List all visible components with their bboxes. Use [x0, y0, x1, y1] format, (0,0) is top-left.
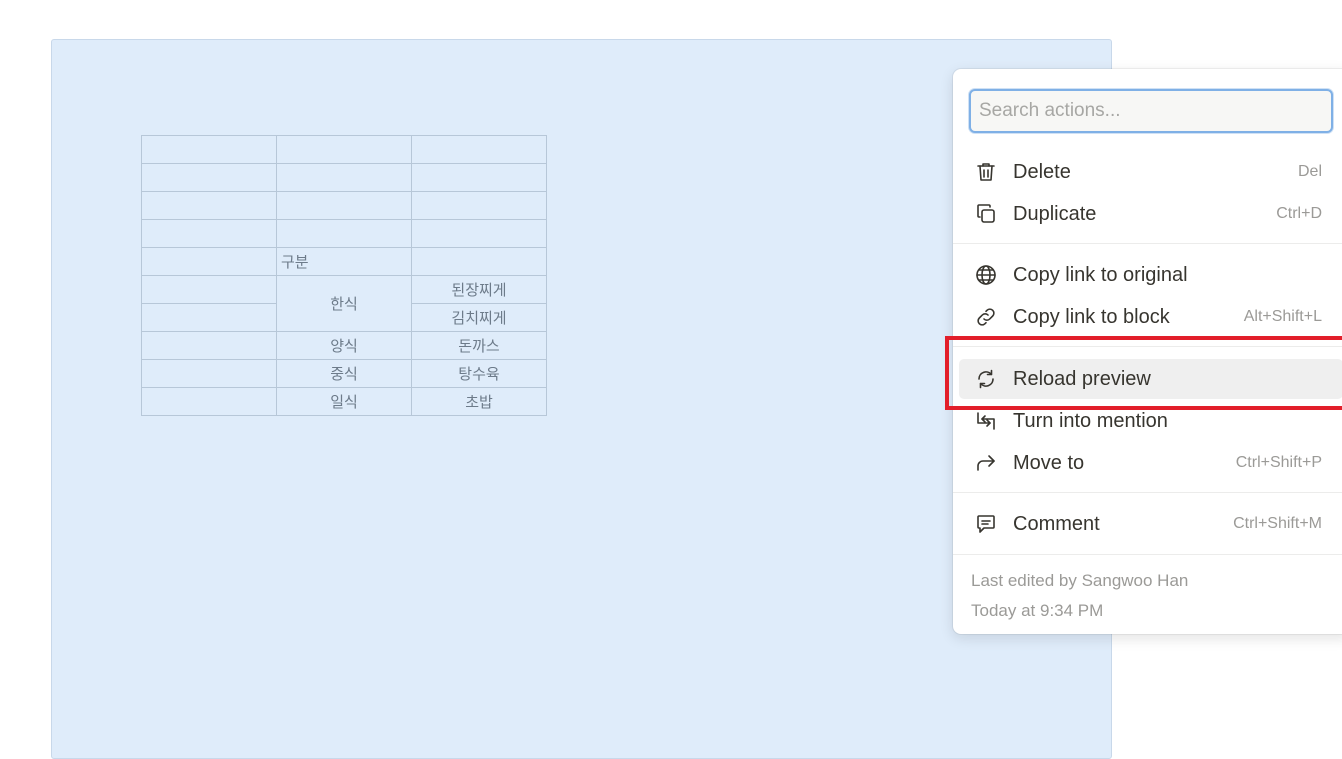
table-header-cell: 구분	[276, 247, 412, 276]
embedded-table: 구분 한식 된장찌게 김치찌게 양식 돈까스 중식 탕수육 일식 초밥	[141, 135, 547, 416]
menu-item-label: Move to	[1013, 451, 1085, 474]
menu-item-shortcut: Del	[1297, 163, 1322, 180]
table-cell	[276, 219, 412, 248]
table-row	[141, 219, 547, 248]
table-row: 양식 돈까스	[141, 331, 547, 360]
table-cell: 된장찌게	[411, 275, 547, 304]
menu-item-shortcut: Ctrl+D	[1276, 205, 1322, 222]
table-cell: 양식	[276, 331, 412, 360]
menu-item-label: Copy link to block	[1013, 305, 1170, 328]
menu-item-copy-link-to-block[interactable]: Copy link to block Alt+Shift+L	[959, 297, 1342, 337]
menu-item-label: Delete	[1013, 160, 1071, 183]
table-cell	[276, 163, 412, 192]
table-cell	[411, 191, 547, 220]
search-actions-input[interactable]	[971, 91, 1331, 131]
menu-divider	[953, 346, 1342, 347]
table-cell: 일식	[276, 387, 412, 416]
table-row	[141, 163, 547, 192]
table-cell	[141, 331, 277, 360]
trash-icon	[972, 158, 1000, 186]
table-cell	[141, 387, 277, 416]
table-cell	[141, 303, 277, 332]
last-edited-time: Today at 9:34 PM	[971, 601, 1104, 620]
table-row: 한식 된장찌게	[141, 275, 547, 332]
table-cell: 탕수육	[411, 359, 547, 388]
table-cell	[411, 135, 547, 164]
table-cell: 초밥	[411, 387, 547, 416]
menu-item-comment[interactable]: Comment Ctrl+Shift+M	[959, 504, 1342, 544]
reload-icon	[972, 365, 1000, 393]
menu-divider	[953, 243, 1342, 244]
table-cell	[411, 163, 547, 192]
table-cell	[141, 163, 277, 192]
table-cell	[141, 275, 277, 304]
menu-item-delete[interactable]: Delete Del	[959, 152, 1342, 192]
comment-icon	[972, 510, 1000, 538]
link-icon	[972, 303, 1000, 331]
menu-item-shortcut: Ctrl+Shift+P	[1235, 454, 1322, 471]
menu-item-reload-preview[interactable]: Reload preview	[959, 359, 1342, 399]
table-row	[141, 135, 547, 164]
move-arrow-icon	[972, 449, 1000, 477]
search-actions-box[interactable]	[969, 89, 1333, 133]
table-cell	[141, 191, 277, 220]
menu-item-shortcut: Alt+Shift+L	[1243, 308, 1322, 325]
table-cell: 김치찌게	[411, 303, 547, 332]
table-row	[141, 191, 547, 220]
table-cell	[141, 135, 277, 164]
table-cell	[411, 219, 547, 248]
menu-item-label: Reload preview	[1013, 367, 1151, 390]
duplicate-icon	[972, 200, 1000, 228]
table-cell	[276, 135, 412, 164]
table-row: 일식 초밥	[141, 387, 547, 416]
table-cell	[276, 191, 412, 220]
menu-item-shortcut: Ctrl+Shift+M	[1233, 515, 1322, 532]
menu-item-label: Duplicate	[1013, 202, 1097, 225]
menu-item-label: Comment	[1013, 512, 1100, 535]
table-cell	[411, 247, 547, 276]
menu-item-duplicate[interactable]: Duplicate Ctrl+D	[959, 194, 1342, 234]
menu-divider	[953, 492, 1342, 493]
turn-into-icon	[972, 407, 1000, 435]
menu-item-move-to[interactable]: Move to Ctrl+Shift+P	[959, 443, 1342, 483]
table-cell	[141, 219, 277, 248]
menu-divider	[953, 554, 1342, 555]
table-cell: 중식	[276, 359, 412, 388]
table-row: 중식 탕수육	[141, 359, 547, 388]
globe-icon	[972, 261, 1000, 289]
table-cell: 한식	[276, 275, 412, 332]
menu-item-turn-into-mention[interactable]: Turn into mention	[959, 401, 1342, 441]
table-cell: 돈까스	[411, 331, 547, 360]
table-cell	[141, 359, 277, 388]
menu-item-copy-link-to-original[interactable]: Copy link to original	[959, 255, 1342, 295]
table-row: 구분	[141, 247, 547, 276]
block-actions-menu: Delete Del Duplicate Ctrl+D Copy link to…	[953, 69, 1342, 634]
last-edited-by: Last edited by Sangwoo Han	[971, 571, 1189, 590]
table-cell	[141, 247, 277, 276]
menu-item-label: Turn into mention	[1013, 409, 1168, 432]
menu-item-label: Copy link to original	[1013, 263, 1188, 286]
